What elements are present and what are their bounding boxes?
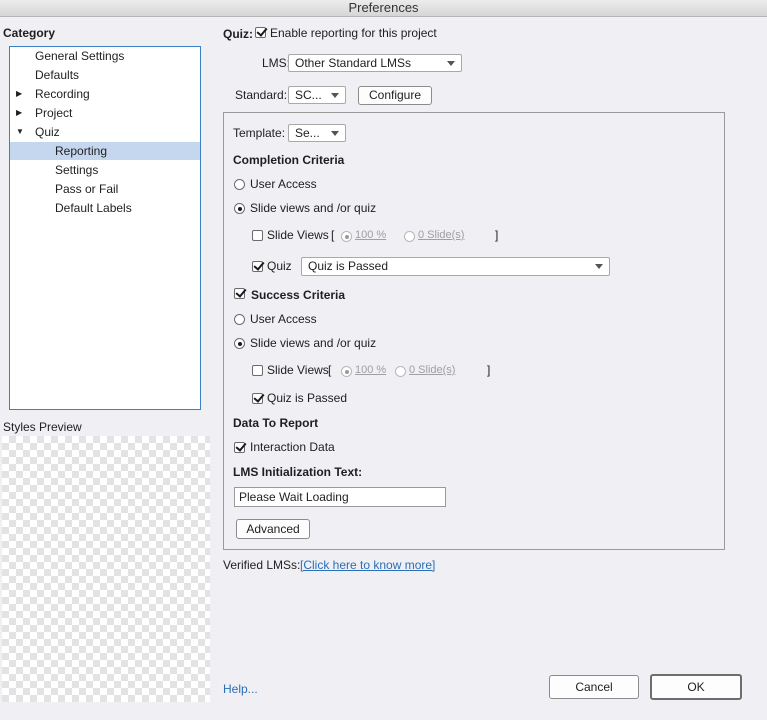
completion-user-access-radio[interactable] [234, 179, 245, 190]
chevron-down-icon [595, 264, 603, 269]
interaction-data-label: Interaction Data [250, 440, 335, 454]
category-heading: Category [3, 26, 56, 40]
category-tree[interactable]: General Settings Defaults ▶ Recording ▶ … [9, 46, 201, 410]
completion-close-bracket: ] [495, 228, 499, 242]
expand-arrow-icon[interactable]: ▶ [16, 85, 22, 103]
quiz-label: Quiz: [223, 27, 253, 41]
sidebar-item-pass-or-fail[interactable]: Pass or Fail [10, 180, 200, 198]
interaction-data-checkbox[interactable] [234, 442, 245, 453]
sidebar-item-label: Default Labels [55, 201, 132, 215]
completion-quiz-dropdown[interactable]: Quiz is Passed [301, 257, 610, 276]
success-slide-views-quiz-radio[interactable] [234, 338, 245, 349]
completion-user-access-label: User Access [250, 177, 317, 191]
standard-dropdown[interactable]: SC... [288, 86, 346, 104]
lms-dropdown-value: Other Standard LMSs [295, 56, 412, 70]
success-criteria-heading: Success Criteria [251, 288, 346, 302]
completion-slide-views-checkbox[interactable] [252, 230, 263, 241]
standard-label: Standard: [235, 88, 288, 102]
success-slides-radio[interactable] [395, 366, 406, 377]
success-slide-views-checkbox[interactable] [252, 365, 263, 376]
sidebar-item-defaults[interactable]: Defaults [10, 66, 200, 84]
completion-slide-views-quiz-label: Slide views and /or quiz [250, 201, 377, 215]
success-slide-views-quiz-label: Slide views and /or quiz [250, 336, 377, 350]
success-slide-views-label: Slide Views [267, 363, 329, 377]
completion-open-bracket: [ [331, 228, 335, 242]
chevron-down-icon [331, 93, 339, 98]
data-to-report-heading: Data To Report [233, 416, 319, 430]
success-user-access-label: User Access [250, 312, 317, 326]
sidebar-item-reporting[interactable]: Reporting [10, 142, 200, 160]
expand-arrow-icon[interactable]: ▶ [16, 104, 22, 122]
enable-reporting-checkbox[interactable] [255, 27, 266, 38]
sidebar-item-label: Recording [35, 87, 90, 101]
completion-quiz-label: Quiz [267, 259, 292, 273]
completion-slides-value[interactable]: 0 Slide(s) [418, 229, 464, 241]
chevron-down-icon [331, 131, 339, 136]
success-quiz-passed-checkbox[interactable] [252, 393, 263, 404]
completion-slides-radio[interactable] [404, 231, 415, 242]
success-open-bracket: [ [328, 363, 332, 377]
collapse-arrow-icon[interactable]: ▼ [16, 123, 24, 141]
success-percent-value[interactable]: 100 % [355, 364, 386, 376]
completion-quiz-dropdown-value: Quiz is Passed [308, 259, 389, 273]
success-percent-radio[interactable] [341, 366, 352, 377]
sidebar-item-label: Reporting [55, 144, 108, 158]
completion-slide-views-quiz-radio[interactable] [234, 203, 245, 214]
lms-label: LMS: [262, 56, 291, 70]
sidebar-item-project[interactable]: ▶ Project [10, 104, 200, 122]
sidebar-item-default-labels[interactable]: Default Labels [10, 199, 200, 217]
sidebar-item-quiz[interactable]: ▼ Quiz [10, 123, 200, 141]
ok-button[interactable]: OK [650, 674, 742, 700]
success-user-access-radio[interactable] [234, 314, 245, 325]
sidebar-item-label: Defaults [35, 68, 80, 82]
sidebar-item-label: Settings [55, 163, 99, 177]
chevron-down-icon [447, 61, 455, 66]
window-title: Preferences [348, 0, 419, 15]
sidebar-item-general-settings[interactable]: General Settings [10, 47, 200, 65]
completion-percent-radio[interactable] [341, 231, 352, 242]
completion-criteria-heading: Completion Criteria [233, 153, 345, 167]
styles-preview-label: Styles Preview [3, 420, 82, 434]
verified-lms-link[interactable]: [Click here to know more] [300, 558, 435, 572]
verified-lms-label: Verified LMSs: [223, 558, 301, 572]
sidebar-item-label: Project [35, 106, 73, 120]
template-label: Template: [233, 126, 286, 140]
sidebar-item-label: Quiz [35, 125, 60, 139]
styles-preview-area [2, 436, 210, 702]
sidebar-item-settings[interactable]: Settings [10, 161, 200, 179]
cancel-button[interactable]: Cancel [549, 675, 639, 699]
lms-init-text-field[interactable]: Please Wait Loading [234, 487, 446, 507]
lms-init-heading: LMS Initialization Text: [233, 465, 363, 479]
sidebar-item-recording[interactable]: ▶ Recording [10, 85, 200, 103]
configure-button[interactable]: Configure [358, 86, 432, 105]
success-quiz-passed-label: Quiz is Passed [267, 391, 348, 405]
standard-dropdown-value: SC... [295, 88, 322, 102]
success-close-bracket: ] [487, 363, 491, 377]
help-link[interactable]: Help... [223, 682, 258, 696]
template-dropdown[interactable]: Se... [288, 124, 346, 142]
template-dropdown-value: Se... [295, 126, 320, 140]
window-titlebar: Preferences [0, 0, 767, 17]
completion-percent-value[interactable]: 100 % [355, 229, 386, 241]
completion-quiz-checkbox[interactable] [252, 261, 263, 272]
sidebar-item-label: Pass or Fail [55, 182, 119, 196]
sidebar-item-label: General Settings [35, 49, 125, 63]
success-slides-value[interactable]: 0 Slide(s) [409, 364, 455, 376]
enable-reporting-label: Enable reporting for this project [270, 26, 437, 40]
lms-dropdown[interactable]: Other Standard LMSs [288, 54, 462, 72]
success-criteria-checkbox[interactable] [234, 288, 245, 299]
advanced-button[interactable]: Advanced [236, 519, 310, 539]
completion-slide-views-label: Slide Views [267, 228, 329, 242]
